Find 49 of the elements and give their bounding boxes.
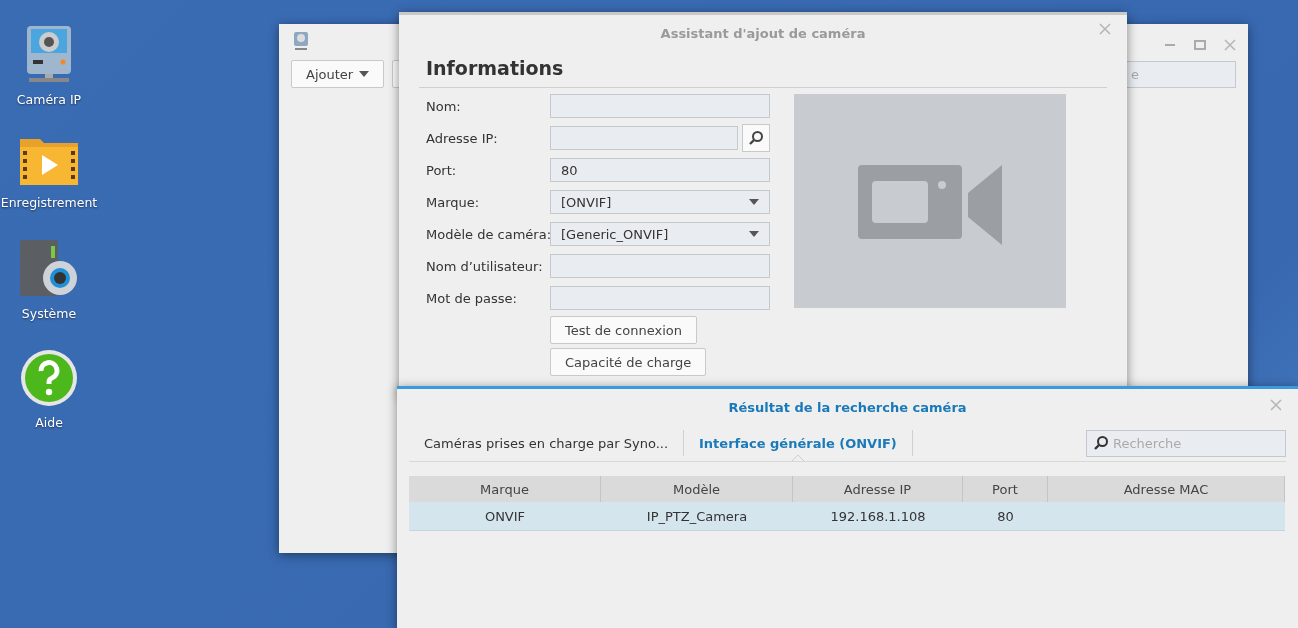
tab[interactable]: Caméras prises en charge par Syno...: [409, 425, 684, 461]
column-header[interactable]: Marque: [409, 476, 601, 502]
maximize-icon[interactable]: [1194, 39, 1206, 51]
close-icon[interactable]: [1270, 399, 1282, 411]
server-gear-icon[interactable]: [18, 238, 80, 298]
field-label: Port:: [426, 162, 458, 178]
dropdown[interactable]: [Generic_ONVIF]: [550, 222, 770, 246]
input-field[interactable]: [550, 94, 770, 118]
field-label: Nom:: [426, 98, 462, 114]
field-label: Adresse IP:: [426, 130, 499, 146]
field-label: Mot de passe:: [426, 290, 518, 306]
caret-icon: [749, 231, 759, 237]
close-icon[interactable]: [1099, 23, 1111, 35]
desktop-icon-label[interactable]: Enregistrement: [0, 195, 98, 210]
password-field[interactable]: [550, 286, 770, 310]
desktop-icon-label[interactable]: Aide: [35, 415, 63, 430]
webcam-icon[interactable]: [25, 24, 73, 84]
close-icon[interactable]: [1224, 39, 1236, 51]
help-icon[interactable]: [20, 349, 78, 407]
field-label: Marque:: [426, 194, 481, 210]
table-cell: IP_PTZ_Camera: [601, 502, 793, 531]
input-field[interactable]: [550, 254, 770, 278]
table-cell: 192.168.1.108: [793, 502, 963, 531]
results-title: Résultat de la recherche caméra: [397, 389, 1298, 425]
caret-icon: [749, 199, 759, 205]
input-field[interactable]: [550, 126, 738, 150]
section-heading: Informations: [426, 56, 564, 81]
search-icon: [1093, 435, 1109, 451]
action-button[interactable]: Test de connexion: [550, 316, 697, 344]
search-button[interactable]: [742, 124, 770, 152]
table-cell: 80: [963, 502, 1048, 531]
caret-icon: [359, 71, 370, 77]
dialog-title: Assistant d'ajout de caméra: [399, 15, 1127, 51]
search-icon: [748, 130, 764, 146]
field-label: Nom d’utilisateur:: [426, 258, 544, 274]
column-header[interactable]: Port: [963, 476, 1048, 502]
desktop-icon-label[interactable]: Système: [21, 306, 77, 321]
field-label: Modèle de caméra:: [426, 226, 550, 242]
column-header[interactable]: Modèle: [601, 476, 793, 502]
desktop-icon-label[interactable]: Caméra IP: [16, 92, 82, 107]
table-cell: ONVIF: [409, 502, 601, 531]
column-header[interactable]: Adresse MAC: [1048, 476, 1285, 502]
add-button[interactable]: Ajouter: [291, 60, 385, 88]
column-header[interactable]: Adresse IP: [793, 476, 963, 502]
action-button[interactable]: Capacité de charge: [550, 348, 707, 376]
webcam-icon: [293, 31, 309, 51]
tab[interactable]: Interface générale (ONVIF): [684, 425, 912, 461]
input-field[interactable]: 80: [550, 158, 770, 182]
dropdown[interactable]: [ONVIF]: [550, 190, 770, 214]
